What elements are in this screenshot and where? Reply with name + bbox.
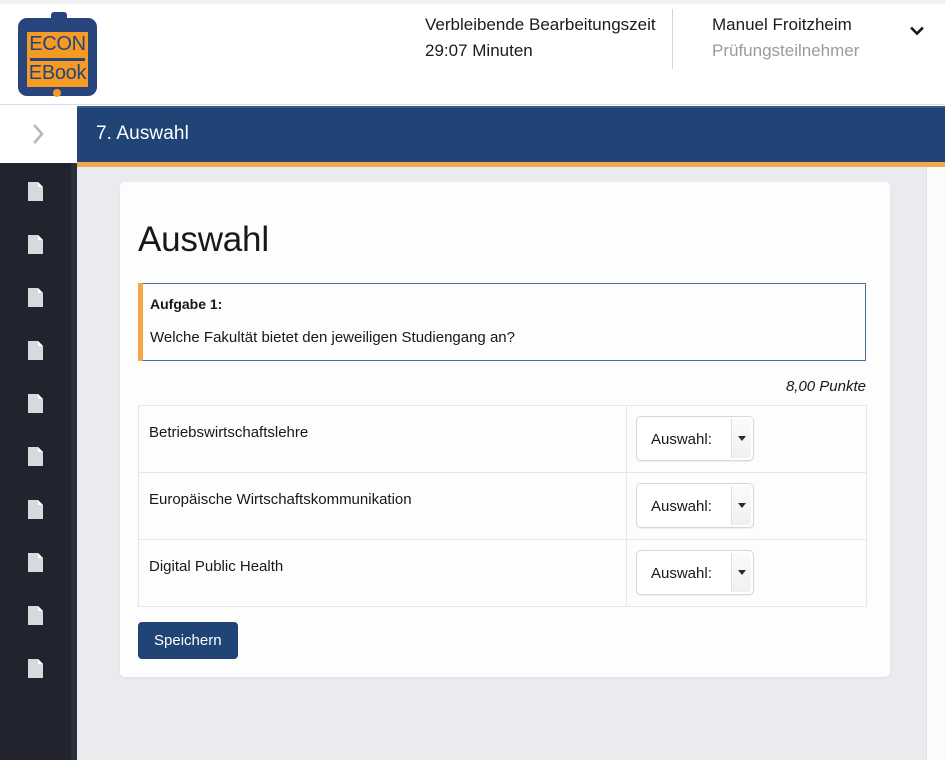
tablet-frame: ECON EBook <box>18 18 97 97</box>
logo-line-ebook: EBook <box>28 62 87 84</box>
task-box <box>138 283 866 361</box>
table-row: Europäische Wirtschaftskommunikation Ausw… <box>138 472 867 540</box>
sidebar-toggle-button[interactable] <box>0 105 77 163</box>
sidebar-item-3[interactable] <box>0 271 71 324</box>
sidebar-item-10[interactable] <box>0 642 71 695</box>
document-icon <box>27 287 44 308</box>
page-body: Auswahl Aufgabe 1: Welche Fakultät biete… <box>77 167 945 760</box>
tablet-home-dot <box>53 89 61 97</box>
document-icon <box>27 605 44 626</box>
document-icon <box>27 658 44 679</box>
section-title-bar: 7. Auswahl <box>77 106 945 162</box>
title-bar-top-highlight <box>77 106 945 108</box>
points-value: 8,00 Punkte <box>785 378 866 395</box>
page-title: Auswahl <box>138 220 269 259</box>
select-value: Auswahl: <box>651 565 712 582</box>
faculty-select-3[interactable]: Auswahl: <box>636 550 754 595</box>
caret-down-icon <box>737 570 746 575</box>
logo-line-econ: ECON <box>29 33 86 55</box>
chevron-down-icon[interactable] <box>908 22 926 40</box>
document-icon <box>27 499 44 520</box>
table-cell-label: Digital Public Health <box>138 539 627 607</box>
caret-down-icon <box>737 436 746 441</box>
table-cell-select: Auswahl: <box>626 539 867 607</box>
sidebar-item-2[interactable] <box>0 218 71 271</box>
remaining-time-value: 29:07 Minuten <box>425 41 533 60</box>
caret-down-icon <box>737 503 746 508</box>
table-cell-select: Auswahl: <box>626 405 867 473</box>
select-value: Auswahl: <box>651 431 712 448</box>
sidebar-item-9[interactable] <box>0 589 71 642</box>
sidebar-item-1[interactable] <box>0 165 71 218</box>
section-title: 7. Auswahl <box>96 123 189 144</box>
document-icon <box>27 234 44 255</box>
program-name: Digital Public Health <box>149 558 284 575</box>
select-value: Auswahl: <box>651 498 712 515</box>
sidebar-item-5[interactable] <box>0 377 71 430</box>
app-logo[interactable]: ECON EBook <box>18 12 97 97</box>
task-question: Welche Fakultät bietet den jeweiligen St… <box>150 329 515 346</box>
sidebar-item-8[interactable] <box>0 536 71 589</box>
remaining-time-label: Verbleibende Bearbeitungszeit <box>425 15 656 34</box>
tablet-screen: ECON EBook <box>27 32 88 87</box>
task-label: Aufgabe 1: <box>150 296 223 312</box>
table-row: Digital Public Health Auswahl: <box>138 539 867 607</box>
document-icon <box>27 446 44 467</box>
program-name: Betriebswirtschaftslehre <box>149 424 309 441</box>
document-icon <box>27 340 44 361</box>
sidebar-item-7[interactable] <box>0 483 71 536</box>
program-name: Europäische Wirtschaftskommunikation <box>149 491 412 508</box>
faculty-select-2[interactable]: Auswahl: <box>636 483 754 528</box>
answer-table: Betriebswirtschaftslehre Auswahl: Europäis… <box>138 405 867 607</box>
user-role: Prüfungsteilnehmer <box>712 41 860 60</box>
vertical-scrollbar[interactable] <box>926 167 945 760</box>
table-cell-label: Europäische Wirtschaftskommunikation <box>138 472 627 540</box>
task-accent-stripe <box>138 283 143 361</box>
user-block[interactable]: Manuel Froitzheim Prüfungsteilnehmer <box>712 12 902 64</box>
table-cell-label: Betriebswirtschaftslehre <box>138 405 627 473</box>
user-name: Manuel Froitzheim <box>712 15 852 34</box>
table-cell-select: Auswahl: <box>626 472 867 540</box>
document-icon <box>27 393 44 414</box>
header-hairline <box>0 0 945 4</box>
header-divider <box>672 9 673 69</box>
faculty-select-1[interactable]: Auswahl: <box>636 416 754 461</box>
save-button[interactable]: Speichern <box>138 622 238 659</box>
select-dropdown-button[interactable] <box>731 553 751 592</box>
table-row: Betriebswirtschaftslehre Auswahl: <box>138 405 867 473</box>
sidebar-item-6[interactable] <box>0 430 71 483</box>
document-icon <box>27 552 44 573</box>
app-header: ECON EBook Verbleibende Bearbeitungszeit… <box>0 0 945 105</box>
document-icon <box>27 181 44 202</box>
remaining-time-block: Verbleibende Bearbeitungszeit 29:07 Minu… <box>425 12 670 64</box>
content-card: Auswahl Aufgabe 1: Welche Fakultät biete… <box>120 182 890 677</box>
select-dropdown-button[interactable] <box>731 419 751 458</box>
chevron-right-icon <box>32 123 45 145</box>
sidebar-navigation <box>0 163 77 760</box>
sidebar-item-4[interactable] <box>0 324 71 377</box>
exam-application-window: ECON EBook Verbleibende Bearbeitungszeit… <box>0 0 945 760</box>
select-dropdown-button[interactable] <box>731 486 751 525</box>
